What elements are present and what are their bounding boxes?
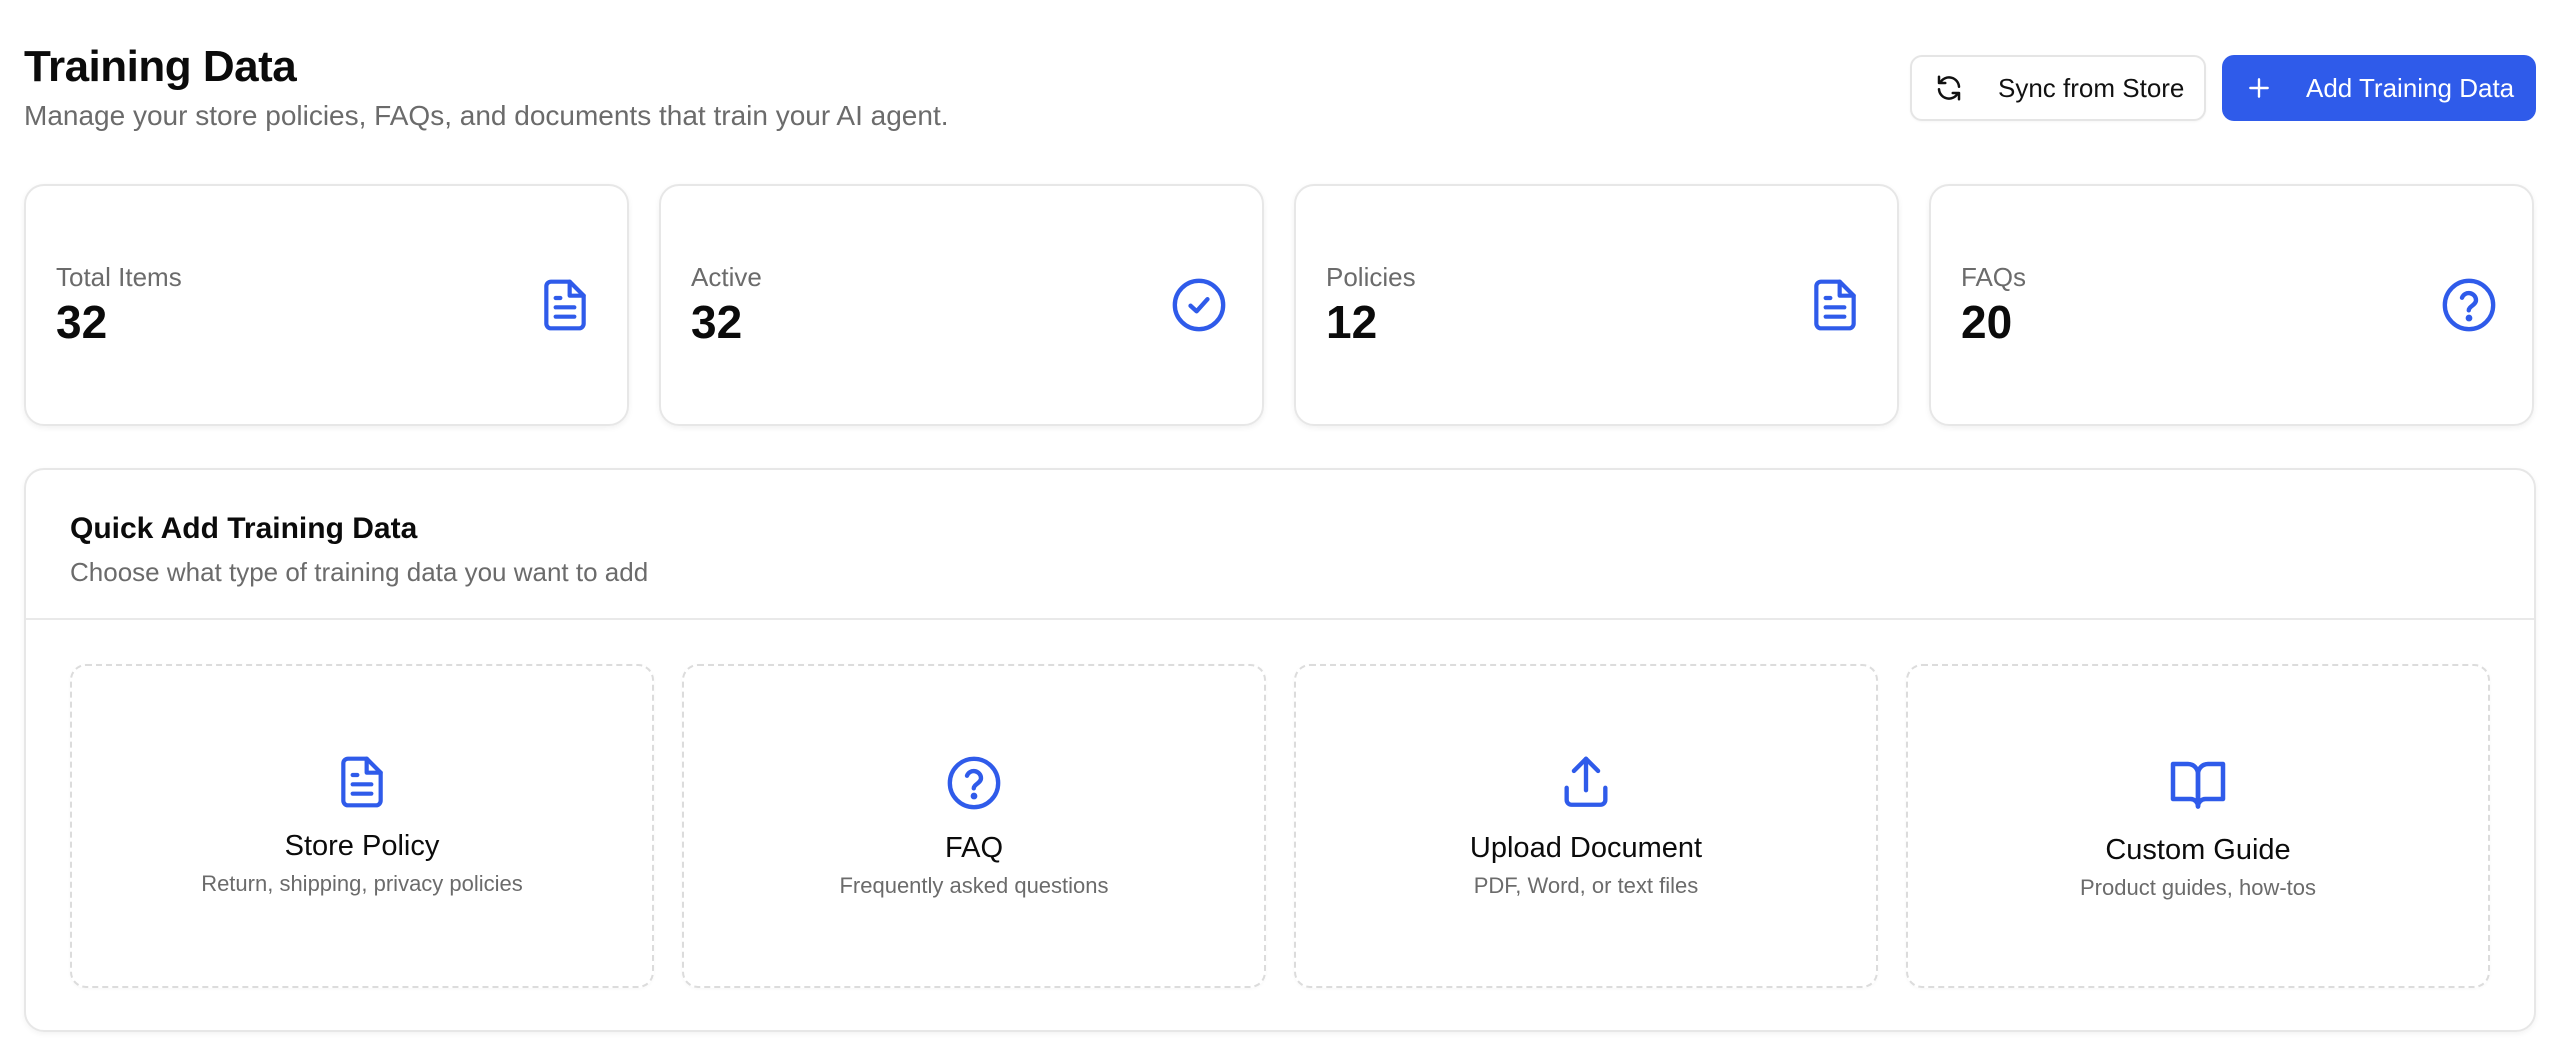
option-description: Frequently asked questions xyxy=(839,873,1109,898)
stat-label: FAQs xyxy=(1961,262,2027,292)
page-subtitle: Manage your store policies, FAQs, and do… xyxy=(24,100,949,131)
stat-value: 20 xyxy=(1961,296,2013,348)
option-title: FAQ xyxy=(944,832,1003,864)
upload-icon xyxy=(1557,754,1615,812)
option-title: Custom Guide xyxy=(2105,834,2291,866)
document-icon xyxy=(334,754,390,810)
sync-button-label: Sync from Store xyxy=(1998,72,2185,103)
stat-card-faqs: FAQs 20 xyxy=(1929,184,2534,426)
stat-text: Policies 12 xyxy=(1326,261,1416,349)
page-header: Training Data Manage your store policies… xyxy=(24,0,2536,134)
quick-add-title: Quick Add Training Data xyxy=(70,512,418,545)
training-data-page: Training Data Manage your store policies… xyxy=(0,0,2560,1062)
header-text: Training Data Manage your store policies… xyxy=(24,40,949,134)
plus-icon xyxy=(2246,75,2272,101)
stat-card-active: Active 32 xyxy=(659,184,1264,426)
stat-label: Policies xyxy=(1326,262,1416,292)
option-description: Return, shipping, privacy policies xyxy=(201,871,523,896)
quick-add-subtitle: Choose what type of training data you wa… xyxy=(70,557,649,587)
stat-label: Active xyxy=(691,262,762,292)
book-open-icon xyxy=(2168,754,2228,814)
document-icon xyxy=(537,277,593,333)
add-button-label: Add Training Data xyxy=(2306,72,2515,103)
quick-add-options: Store Policy Return, shipping, privacy p… xyxy=(26,620,2534,988)
add-training-data-button[interactable]: Add Training Data xyxy=(2222,55,2536,121)
stat-value: 32 xyxy=(56,296,108,348)
option-title: Store Policy xyxy=(284,830,440,862)
option-store-policy[interactable]: Store Policy Return, shipping, privacy p… xyxy=(70,664,654,988)
stat-card-policies: Policies 12 xyxy=(1294,184,1899,426)
option-custom-guide[interactable]: Custom Guide Product guides, how-tos xyxy=(1906,664,2490,988)
option-description: Product guides, how-tos xyxy=(2079,875,2317,900)
stat-card-total-items: Total Items 32 xyxy=(24,184,629,426)
refresh-icon xyxy=(1934,73,1964,103)
stat-text: Total Items 32 xyxy=(56,261,182,349)
stat-text: Active 32 xyxy=(691,261,762,349)
option-upload-document[interactable]: Upload Document PDF, Word, or text files xyxy=(1294,664,1878,988)
question-circle-icon xyxy=(2440,276,2498,334)
stat-value: 32 xyxy=(691,296,743,348)
stats-row: Total Items 32 Active 32 Policies 12 FAQ… xyxy=(24,184,2536,426)
option-title: Upload Document xyxy=(1469,832,1703,864)
header-actions: Sync from Store Add Training Data xyxy=(1910,55,2536,121)
document-icon xyxy=(1807,277,1863,333)
page-title: Training Data xyxy=(24,42,297,91)
option-description: PDF, Word, or text files xyxy=(1473,873,1699,898)
sync-from-store-button[interactable]: Sync from Store xyxy=(1910,55,2206,121)
stat-value: 12 xyxy=(1326,296,1378,348)
quick-add-header: Quick Add Training Data Choose what type… xyxy=(26,470,2534,620)
option-faq[interactable]: FAQ Frequently asked questions xyxy=(682,664,1266,988)
stat-text: FAQs 20 xyxy=(1961,261,2026,349)
stat-label: Total Items xyxy=(56,262,182,292)
quick-add-panel: Quick Add Training Data Choose what type… xyxy=(24,468,2536,1032)
question-circle-icon xyxy=(945,754,1003,812)
check-circle-icon xyxy=(1170,276,1228,334)
